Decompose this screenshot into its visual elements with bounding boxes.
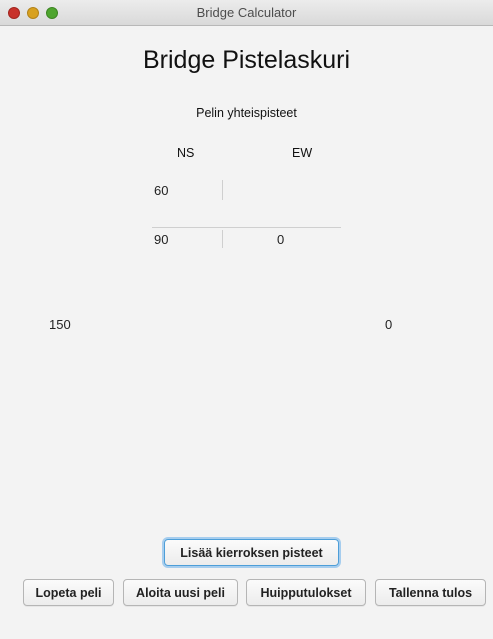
score-line-divider [152, 227, 341, 228]
game-total-label: Pelin yhteispisteet [196, 106, 297, 120]
ns-total-score: 150 [49, 317, 71, 332]
app-title: Bridge Pistelaskuri [142, 46, 351, 74]
ew-total-score: 0 [385, 317, 393, 332]
end-game-button[interactable]: Lopeta peli [23, 579, 114, 606]
score-column-divider-upper [222, 180, 223, 200]
ns-column-header: NS [177, 146, 195, 160]
ew-below-line-score: 0 [277, 232, 285, 247]
window-title: Bridge Calculator [196, 5, 297, 20]
high-scores-button[interactable]: Huipputulokset [246, 579, 366, 606]
window-titlebar[interactable]: Bridge Calculator [0, 0, 493, 26]
new-game-button[interactable]: Aloita uusi peli [123, 579, 238, 606]
ew-column-header: EW [292, 146, 313, 160]
ns-above-line-score: 60 [154, 183, 169, 198]
save-result-button[interactable]: Tallenna tulos [375, 579, 486, 606]
add-round-points-button[interactable]: Lisää kierroksen pisteet [164, 539, 339, 566]
ns-below-line-score: 90 [154, 232, 169, 247]
score-column-divider-lower [222, 230, 223, 248]
